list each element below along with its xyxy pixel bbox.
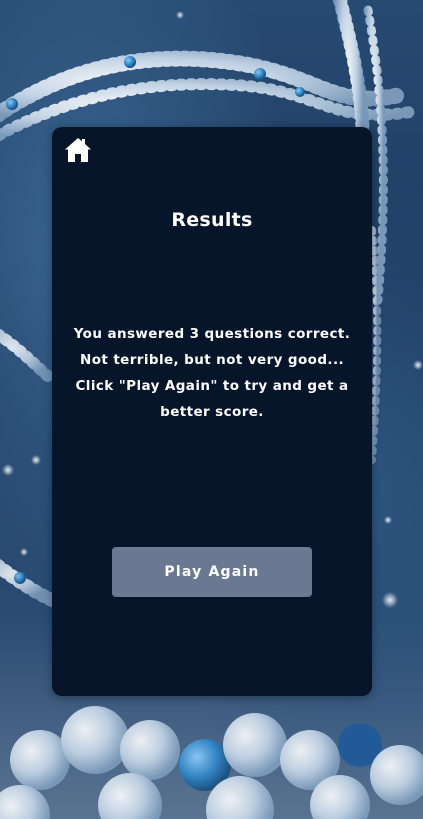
results-title: Results: [171, 209, 253, 231]
home-icon-glyph: [65, 138, 91, 162]
home-icon[interactable]: [64, 137, 92, 163]
results-message: You answered 3 questions correct. Not te…: [73, 326, 351, 420]
play-again-button[interactable]: Play Again: [112, 547, 312, 597]
results-card: Results You answered 3 questions correct…: [52, 127, 372, 696]
